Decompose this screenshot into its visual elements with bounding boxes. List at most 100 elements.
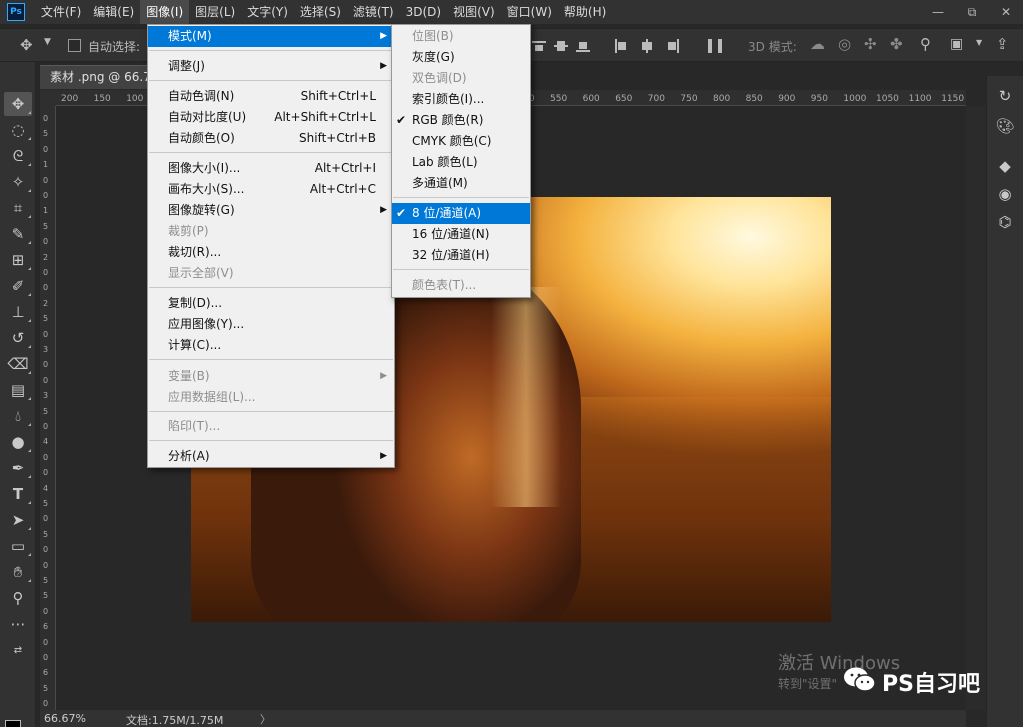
menu-edit[interactable]: 编辑(E) [87, 0, 140, 24]
menu-item-image-rotation[interactable]: 图像旋转(G) ▶ [148, 200, 394, 221]
zoom-level[interactable]: 66.67% [44, 712, 86, 725]
history-panel-icon[interactable]: ↻ [995, 86, 1015, 106]
vertical-scrollbar[interactable] [966, 106, 986, 710]
menu-item-mode[interactable]: 模式(M) ▶ [148, 26, 394, 47]
status-menu-arrow-icon[interactable]: 〉 [260, 711, 271, 727]
align-center-icon[interactable] [640, 39, 654, 53]
pen-tool-icon[interactable]: ✒ [4, 456, 32, 480]
mode-item-rgb[interactable]: ✔ RGB 颜色(R) [392, 110, 530, 131]
ruler-tick-label: 0 [43, 283, 49, 293]
workspace-icon[interactable]: ▣ [950, 36, 963, 52]
menu-item-canvas-size[interactable]: 画布大小(S)... Alt+Ctrl+C [148, 179, 394, 200]
eyedropper-tool-icon[interactable]: ✎ [4, 222, 32, 246]
dodge-tool-icon[interactable]: ● [4, 430, 32, 454]
align-bottom-icon[interactable] [576, 39, 590, 53]
menu-view[interactable]: 视图(V) [447, 0, 501, 24]
layers-panel-icon[interactable]: ◆ [995, 156, 1015, 176]
share-icon[interactable]: ⇪ [996, 35, 1009, 53]
submenu-arrow-icon: ▶ [380, 31, 387, 41]
3d-pan-icon[interactable]: ✣ [864, 35, 877, 53]
tools-panel: ✥ ◌ ᘓ ✧ ⌗ ✎ ⊞ ✐ ⊥ ↺ ⌫ ▤ 💧︎ ● ✒ T ➤ ▭ ✋︎ … [0, 62, 36, 727]
history-brush-tool-icon[interactable]: ↺ [4, 326, 32, 350]
menu-item-image-size[interactable]: 图像大小(I)... Alt+Ctrl+I [148, 158, 394, 179]
ruler-tick-label: 0 [43, 360, 49, 370]
channels-panel-icon[interactable]: ◉ [995, 184, 1015, 204]
menu-item-trim[interactable]: 裁切(R)... [148, 242, 394, 263]
rectangle-tool-icon[interactable]: ▭ [4, 534, 32, 558]
align-right-icon[interactable] [666, 39, 680, 53]
zoom-tool-icon[interactable]: ⚲ [4, 586, 32, 610]
3d-mode-label: 3D 模式: [748, 40, 797, 54]
document-tab[interactable]: 素材 .png @ 66.7 [40, 65, 148, 89]
ruler-tick-label: 6 [43, 622, 49, 632]
blur-tool-icon[interactable]: 💧︎ [4, 404, 32, 428]
marquee-tool-icon[interactable]: ◌ [4, 118, 32, 142]
mode-item-indexed-color[interactable]: 索引颜色(I)... [392, 89, 530, 110]
mode-item-grayscale[interactable]: 灰度(G) [392, 47, 530, 68]
move-tool-icon[interactable]: ✥ [4, 92, 32, 116]
ps-logo-icon[interactable]: Ps [7, 3, 25, 21]
path-selection-tool-icon[interactable]: ➤ [4, 508, 32, 532]
swatches-panel-icon[interactable]: 🎨︎ [995, 116, 1015, 136]
crop-tool-icon[interactable]: ⌗ [4, 196, 32, 220]
menu-item-reveal-all: 显示全部(V) [168, 266, 234, 280]
menu-item-apply-image[interactable]: 应用图像(Y)... [148, 314, 394, 335]
3d-roll-icon[interactable]: ◎ [838, 35, 851, 53]
move-icon[interactable]: ✥ [20, 36, 33, 54]
align-left-icon[interactable] [614, 39, 628, 53]
lasso-tool-icon[interactable]: ᘓ [4, 144, 32, 168]
menu-layer[interactable]: 图层(L) [189, 0, 241, 24]
stamp-tool-icon[interactable]: ⊥ [4, 300, 32, 324]
menu-select[interactable]: 选择(S) [294, 0, 347, 24]
menu-3d[interactable]: 3D(D) [400, 0, 447, 24]
menu-type[interactable]: 文字(Y) [241, 0, 294, 24]
paths-panel-icon[interactable]: ⌬ [995, 212, 1015, 232]
menu-item-auto-color[interactable]: 自动颜色(O) Shift+Ctrl+B [148, 128, 394, 149]
vertical-ruler[interactable]: 0 5 0 1 0 0 1 5 0 2 0 0 2 5 0 3 0 0 3 5 0 4 0 0 4 5 0 5 0 0 5 5 0 6 0 0 6 5 0 [40, 106, 56, 710]
more-tools-icon[interactable]: ⋯ [4, 612, 32, 636]
hand-tool-icon[interactable]: ✋︎ [4, 560, 32, 584]
menu-item-analysis[interactable]: 分析(A) ▶ [148, 446, 394, 467]
search-icon[interactable]: ⚲ [920, 35, 931, 53]
watermark-text: PS自习吧 [882, 672, 980, 697]
close-button[interactable]: ✕ [989, 0, 1023, 24]
foreground-color-swatch[interactable] [5, 720, 21, 727]
type-tool-icon[interactable]: T [4, 482, 32, 506]
3d-orbit-icon[interactable]: ☁ [810, 35, 825, 53]
menu-item-auto-contrast[interactable]: 自动对比度(U) Alt+Shift+Ctrl+L [148, 107, 394, 128]
3d-slide-icon[interactable]: ✤ [890, 35, 903, 53]
workspace-chevron-icon[interactable]: ▼ [976, 38, 982, 47]
align-middle-icon[interactable] [554, 39, 568, 53]
gradient-tool-icon[interactable]: ▤ [4, 378, 32, 402]
menu-item-auto-tone[interactable]: 自动色调(N) Shift+Ctrl+L [148, 86, 394, 107]
mode-item-cmyk[interactable]: CMYK 颜色(C) [392, 131, 530, 152]
healing-tool-icon[interactable]: ⊞ [4, 248, 32, 272]
brush-tool-icon[interactable]: ✐ [4, 274, 32, 298]
chevron-down-icon[interactable]: ▼ [44, 37, 51, 47]
menu-image[interactable]: 图像(I) [140, 0, 190, 24]
eraser-tool-icon[interactable]: ⌫ [4, 352, 32, 376]
magic-wand-tool-icon[interactable]: ✧ [4, 170, 32, 194]
mode-item-16-bit[interactable]: 16 位/通道(N) [392, 224, 530, 245]
menu-file[interactable]: 文件(F) [35, 0, 87, 24]
menu-filter[interactable]: 滤镜(T) [347, 0, 400, 24]
restore-button[interactable]: ⧉ [955, 0, 989, 24]
mode-item-8-bit[interactable]: ✔ 8 位/通道(A) [392, 203, 530, 224]
mode-submenu: 位图(B) 灰度(G) 双色调(D) 索引颜色(I)... ✔ RGB 颜色(R)… [391, 24, 531, 298]
menu-item-calculations[interactable]: 计算(C)... [148, 335, 394, 356]
auto-select-checkbox[interactable] [68, 39, 81, 52]
distribute-icon[interactable] [708, 39, 722, 53]
align-top-icon[interactable] [532, 39, 546, 53]
ruler-tick-label: 0 [43, 191, 49, 200]
menu-help[interactable]: 帮助(H) [558, 0, 612, 24]
mode-item-multichannel[interactable]: 多通道(M) [392, 173, 530, 194]
mode-item-32-bit[interactable]: 32 位/通道(H) [392, 245, 530, 266]
minimize-button[interactable]: — [921, 0, 955, 24]
image-menu-dropdown: 模式(M) ▶ 调整(J) ▶ 自动色调(N) Shift+Ctrl+L 自动对比度(… [147, 24, 395, 468]
swap-colors-icon[interactable]: ⇄ [4, 638, 32, 662]
mode-item-lab[interactable]: Lab 颜色(L) [392, 152, 530, 173]
menu-item-adjustments[interactable]: 调整(J) ▶ [148, 56, 394, 77]
menu-window[interactable]: 窗口(W) [501, 0, 558, 24]
menu-item-duplicate[interactable]: 复制(D)... [148, 293, 394, 314]
ruler-tick-label: 800 [713, 94, 731, 104]
